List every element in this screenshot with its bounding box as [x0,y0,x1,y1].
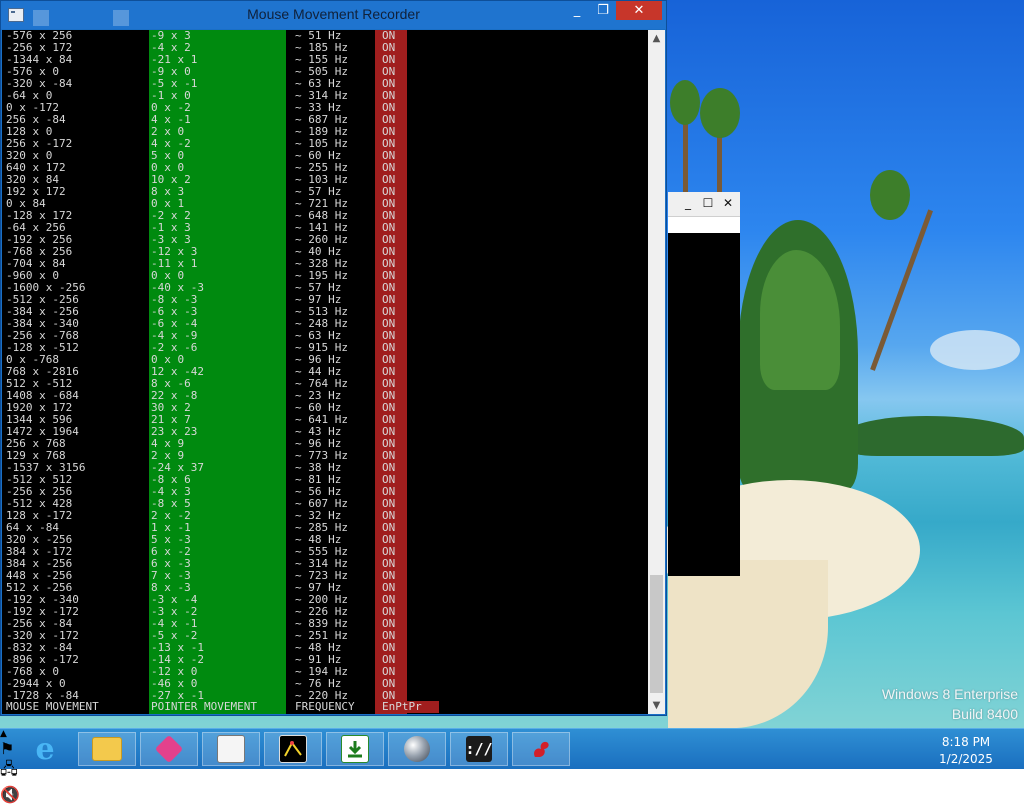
maximize-button[interactable]: ❐ [590,1,616,20]
palm-tree-leaves [670,80,700,125]
folder-icon [92,737,122,761]
console-output[interactable]: -576 x 256 -9 x 3 ~ 51 Hz ON -256 x 172 -4 x … [2,30,648,714]
taskbar: e :// ▲ ⚑ 🖧 🔇 8:18 PM 1/2/2025 [0,728,1024,804]
volume-muted-icon[interactable]: 🔇 [0,785,1024,804]
scroll-thumb[interactable] [650,575,663,693]
cloud [930,330,1020,370]
console-app-icon: :// [465,736,493,762]
header-mouse-movement: MOUSE MOVEMENT [6,700,99,713]
taskbar-app-console-button[interactable]: :// [450,732,508,766]
watermark-edition: Windows 8 Enterprise [881,686,1018,702]
graph-app-icon [279,735,307,763]
squirrel-app-icon [528,736,554,762]
vertical-scrollbar[interactable]: ▲ ▼ [648,30,665,714]
clock-time: 8:18 PM [941,735,991,749]
clock[interactable]: 8:18 PM 1/2/2025 [926,734,1006,768]
distant-island [845,416,1024,456]
taskbar-explorer-button[interactable] [78,732,136,766]
close-button[interactable]: ✕ [616,1,662,20]
taskbar-app-pink-button[interactable] [140,732,198,766]
console-window[interactable]: Mouse Movement Recorder _ ❐ ✕ -576 x 256… [0,0,667,716]
taskbar-app-squirrel-button[interactable] [512,732,570,766]
close-icon[interactable]: ✕ [718,194,738,212]
taskbar-app-graph-button[interactable] [264,732,322,766]
taskbar-app-sphere-button[interactable] [388,732,446,766]
window-app-icon [217,735,245,763]
taskbar-app-download-button[interactable] [326,732,384,766]
secondary-window-strip [668,217,740,233]
taskbar-ie-button[interactable]: e [16,731,74,767]
clock-date: 1/2/2025 [939,752,993,766]
pink-app-icon [154,734,184,764]
windows-watermark: Windows 8 Enterprise Build 8400 [882,684,1018,724]
window-titlebar[interactable]: Mouse Movement Recorder _ ❐ ✕ [1,1,666,29]
header-frequency: FREQUENCY [295,700,355,713]
secondary-window[interactable]: _ ☐ ✕ [668,192,740,576]
ie-icon: e [35,731,55,767]
beach-sand-near [668,560,828,728]
palm-tree-leaves [700,88,740,138]
maximize-icon[interactable]: ☐ [698,194,718,212]
minimize-button[interactable]: _ [564,1,590,20]
palm-tree-leaves [870,170,910,220]
palm-tree-trunk [870,209,933,371]
sphere-app-icon [404,736,430,762]
scroll-down-icon[interactable]: ▼ [648,697,665,714]
scroll-up-icon[interactable]: ▲ [648,30,665,47]
watermark-build: Build 8400 [951,706,1018,722]
header-flags: EnPtPr [375,701,439,713]
taskbar-app-window-button[interactable] [202,732,260,766]
header-pointer-movement: POINTER MOVEMENT [151,700,257,713]
secondary-window-titlebar[interactable]: _ ☐ ✕ [668,192,740,217]
minimize-icon[interactable]: _ [678,194,698,212]
column-headers: MOUSE MOVEMENT POINTER MOVEMENT FREQUENC… [2,701,648,713]
download-app-icon [341,735,369,763]
